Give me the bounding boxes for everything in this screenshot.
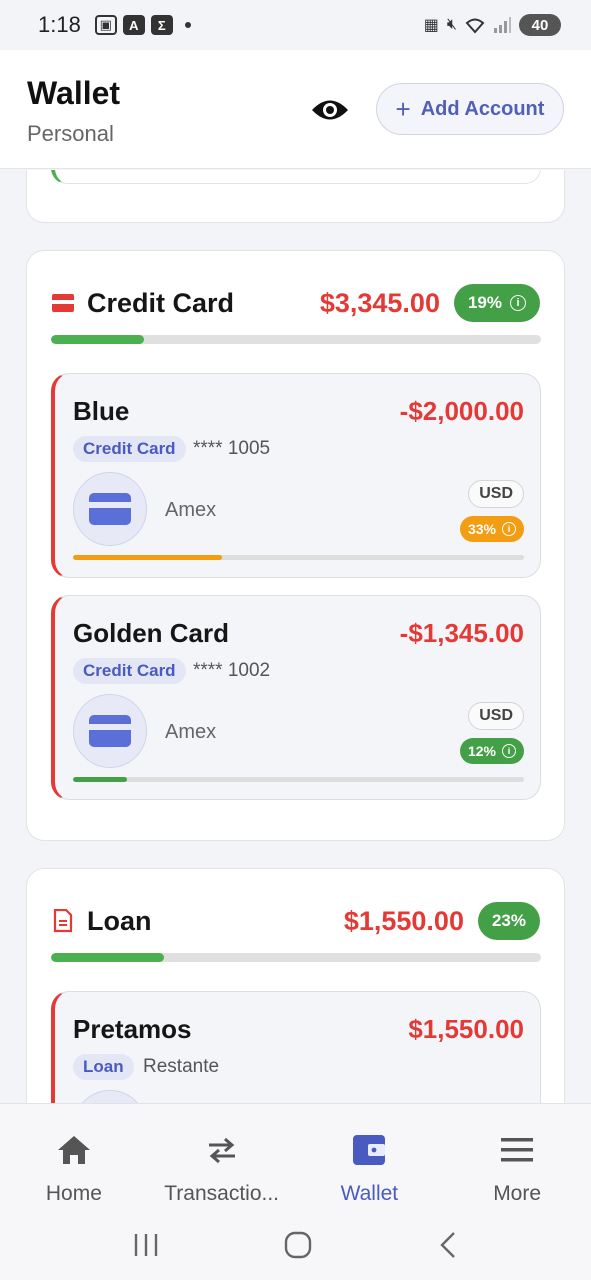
account-progress-fill: [73, 555, 222, 560]
account-name: Blue: [73, 396, 130, 426]
account-avatar: [73, 472, 147, 546]
recent-apps-icon[interactable]: [131, 1232, 161, 1258]
toggle-visibility-button[interactable]: [308, 88, 352, 132]
nav-transactions[interactable]: Transactio...: [148, 1104, 296, 1210]
account-card-blue[interactable]: Blue -$2,000.00 Credit Card **** 1005 Am…: [51, 373, 541, 578]
account-type-badge: Credit Card: [73, 436, 186, 462]
wallet-subtitle[interactable]: Personal: [27, 121, 114, 147]
group-progress-fill: [51, 953, 164, 962]
account-number: **** 1005: [193, 438, 271, 459]
account-name: Golden Card: [73, 618, 230, 648]
status-icons-left: ▣ A Σ: [94, 15, 191, 35]
account-percent: 12%: [467, 743, 496, 759]
eye-icon: [312, 100, 348, 120]
signal-icon: [494, 17, 511, 33]
more-notifications-dot-icon: [184, 22, 191, 28]
mute-icon: 🔇︎: [446, 16, 457, 33]
group-amount: $3,345.00: [319, 287, 440, 318]
system-nav-bar: [0, 1210, 591, 1280]
status-bar: 1:18 ▣ A Σ ▦ 🔇︎ 40: [0, 0, 591, 50]
group-card-previous: [26, 170, 565, 223]
notification-sigma-icon: Σ: [150, 15, 173, 35]
accounts-scroll-area[interactable]: Credit Card $3,345.00 19% i Blue -$2,000…: [0, 170, 591, 1103]
back-icon[interactable]: [436, 1230, 460, 1260]
nav-label: Wallet: [340, 1182, 399, 1205]
status-icons-right: ▦ 🔇︎ 40: [424, 14, 561, 36]
wifi-icon: [465, 18, 485, 34]
plus-icon: +: [395, 94, 411, 124]
account-issuer: Amex: [165, 721, 217, 743]
account-avatar: [73, 1090, 147, 1103]
account-amount: -$2,000.00: [399, 396, 524, 426]
nav-label: More: [493, 1182, 542, 1205]
home-icon: [57, 1132, 91, 1168]
bottom-nav: Home Transactio... Wallet More: [0, 1103, 591, 1210]
credit-card-icon: [89, 715, 131, 747]
add-account-button[interactable]: + Add Account: [376, 83, 564, 135]
nav-label: Transactio...: [164, 1182, 279, 1205]
account-card-golden-card[interactable]: Golden Card -$1,345.00 Credit Card **** …: [51, 595, 541, 800]
account-progress-fill: [73, 777, 128, 782]
account-subtext: Restante: [143, 1056, 220, 1077]
account-amount: $1,550.00: [408, 1014, 524, 1044]
notification-a-icon: A: [122, 15, 145, 35]
page-title: Wallet: [27, 75, 121, 111]
account-issuer: Amex: [165, 499, 217, 521]
sim-icon: ▦: [423, 17, 439, 34]
account-card-pretamos[interactable]: Pretamos $1,550.00 Loan Restante: [51, 991, 541, 1103]
swap-arrows-icon: [205, 1132, 239, 1168]
group-header[interactable]: Loan $1,550.00 23%: [51, 901, 540, 941]
group-card-loan: Loan $1,550.00 23% Pretamos $1,550.00 Lo…: [26, 868, 565, 1103]
group-progress-fill: [51, 335, 145, 344]
account-type-badge: Loan: [73, 1054, 134, 1080]
group-percent: 23%: [491, 911, 526, 930]
screenshot-icon: ▣: [94, 15, 117, 35]
account-card-previous[interactable]: [51, 170, 541, 184]
nav-wallet[interactable]: Wallet: [296, 1104, 444, 1210]
info-icon: i: [510, 295, 526, 311]
wallet-icon: [352, 1132, 386, 1168]
account-progress-bar: [73, 555, 524, 560]
info-icon: i: [502, 522, 516, 536]
group-progress-bar: [51, 335, 541, 344]
account-name: Pretamos: [73, 1014, 192, 1044]
group-progress-bar: [51, 953, 541, 962]
credit-card-icon: [89, 493, 131, 525]
home-button-icon[interactable]: [283, 1230, 313, 1260]
account-avatar: [73, 694, 147, 768]
group-title: Credit Card: [87, 287, 235, 318]
currency-badge: USD: [468, 480, 524, 508]
account-progress-bar: [73, 777, 524, 782]
status-time: 1:18: [38, 12, 81, 37]
group-title: Loan: [87, 905, 152, 936]
menu-icon: [500, 1132, 534, 1168]
add-account-label: Add Account: [420, 97, 545, 120]
nav-home[interactable]: Home: [0, 1104, 148, 1210]
credit-card-icon: [51, 291, 75, 315]
nav-label: Home: [45, 1182, 102, 1205]
account-percent-badge[interactable]: 12% i: [459, 738, 524, 764]
account-amount: -$1,345.00: [399, 618, 524, 648]
currency-badge: USD: [468, 702, 524, 730]
account-percent-badge[interactable]: 33% i: [459, 516, 524, 542]
group-percent: 19%: [467, 293, 502, 312]
account-number: **** 1002: [193, 660, 271, 681]
info-icon: i: [502, 744, 516, 758]
group-amount: $1,550.00: [343, 905, 464, 936]
battery-icon: 40: [519, 14, 561, 36]
nav-more[interactable]: More: [443, 1104, 591, 1210]
document-icon: [51, 909, 75, 933]
account-percent: 33%: [467, 521, 496, 537]
account-type-badge: Credit Card: [73, 658, 186, 684]
group-percent-badge[interactable]: 23%: [477, 902, 540, 940]
group-percent-badge[interactable]: 19% i: [453, 284, 540, 322]
group-card-credit-card: Credit Card $3,345.00 19% i Blue -$2,000…: [26, 250, 565, 841]
app-header: Wallet Personal + Add Account: [0, 50, 591, 169]
group-header[interactable]: Credit Card $3,345.00 19% i: [51, 283, 540, 323]
